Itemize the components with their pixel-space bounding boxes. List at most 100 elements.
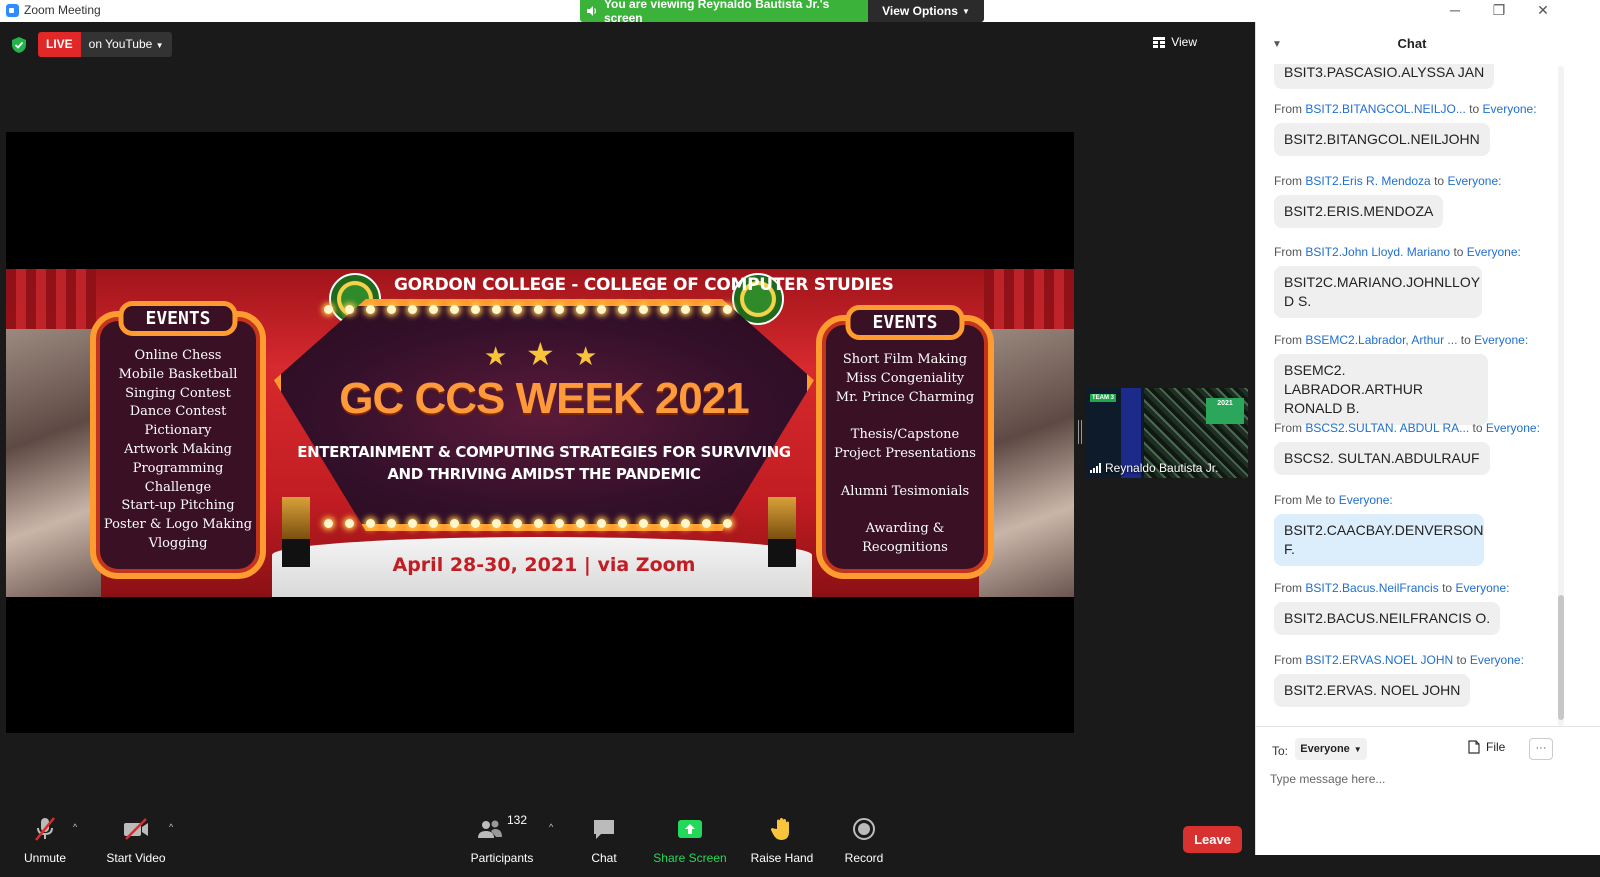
mini-banner: 2021: [1206, 398, 1244, 424]
event-item: Miss Congeniality: [845, 370, 965, 386]
recipient-name[interactable]: Everyone:: [1483, 102, 1537, 116]
share-screen-button[interactable]: Share Screen: [652, 799, 728, 865]
zoom-logo-icon: [6, 3, 19, 17]
viewing-screen-banner: You are viewing Reynaldo Bautista Jr.'s …: [580, 0, 870, 25]
event-item: Artwork Making: [124, 441, 232, 457]
security-shield-icon[interactable]: [10, 36, 28, 54]
event-item: Dance Contest: [129, 404, 227, 420]
chat-messages[interactable]: BSIT3.PASCASIO.ALYSSA JAN From BSIT2.BIT…: [1256, 64, 1600, 726]
participants-button[interactable]: 132 Participants: [468, 799, 536, 865]
recipient-name[interactable]: Everyone:: [1455, 581, 1509, 595]
event-item: Mobile Basketball: [118, 366, 238, 382]
sender-name[interactable]: BSIT2.ERVAS.NOEL JOHN: [1305, 653, 1453, 667]
chat-button[interactable]: Chat: [584, 799, 624, 865]
live-label: LIVE: [38, 32, 81, 57]
event-item: Vlogging: [148, 535, 208, 551]
live-destination-dropdown[interactable]: on YouTube ▼: [80, 32, 172, 57]
view-options-button[interactable]: View Options ▼: [868, 0, 984, 22]
more-options-button[interactable]: ···: [1529, 738, 1553, 760]
record-button[interactable]: Record: [840, 799, 888, 865]
video-options-caret[interactable]: ^: [169, 822, 173, 832]
star-icon: ★: [484, 341, 508, 371]
file-icon: [1468, 740, 1480, 754]
events-right-heading: EVENTS: [845, 305, 965, 340]
sender-name[interactable]: BSIT2.Eris R. Mendoza: [1305, 174, 1430, 188]
college-title: GORDON COLLEGE - COLLEGE OF COMPUTER STU…: [394, 275, 894, 295]
message-text: BSIT2.ERVAS. NOEL JOHN: [1274, 674, 1471, 707]
meeting-toolbar: Unmute ^ Start Video ^ 132 Participants …: [0, 799, 1255, 877]
chevron-down-icon: ▼: [1353, 744, 1362, 754]
recipient-name[interactable]: Everyone:: [1447, 174, 1501, 188]
view-label: View: [1171, 35, 1197, 49]
sender-name[interactable]: BSEMC2.Labrador, Arthur ...: [1305, 333, 1457, 347]
chat-message: From Me to Everyone: BSIT2.CAACBAY.DENVE…: [1274, 493, 1484, 566]
minimize-button[interactable]: ─: [1433, 0, 1477, 22]
star-icon: ★: [574, 341, 598, 371]
message-text: BSIT3.PASCASIO.ALYSSA JAN: [1274, 64, 1495, 89]
raise-hand-label: Raise Hand: [750, 851, 814, 865]
chat-message: From BSIT2.ERVAS.NOEL JOHN to Everyone: …: [1274, 653, 1524, 707]
message-header: From BSIT2.BITANGCOL.NEILJO... to Everyo…: [1274, 102, 1537, 116]
event-item: Online Chess: [134, 348, 222, 363]
participants-options-caret[interactable]: ^: [549, 822, 553, 832]
restore-button[interactable]: ❐: [1477, 0, 1521, 22]
event-item: Mr. Prince Charming: [835, 389, 975, 405]
recipient-name[interactable]: Everyone:: [1339, 493, 1393, 507]
unmute-label: Unmute: [23, 851, 67, 865]
event-item: Singing Contest: [125, 385, 231, 401]
recipient-name[interactable]: Everyone:: [1467, 245, 1521, 259]
events-left-list: Online Chess Mobile Basketball Singing C…: [96, 347, 260, 554]
participant-name-tag: Reynaldo Bautista Jr.: [1090, 461, 1218, 475]
event-banner-image: GORDON COLLEGE - COLLEGE OF COMPUTER STU…: [6, 269, 1074, 597]
start-video-button[interactable]: Start Video: [104, 799, 168, 865]
message-input[interactable]: [1270, 767, 1580, 791]
participants-label: Participants: [470, 851, 534, 865]
view-layout-button[interactable]: View: [1153, 35, 1197, 49]
chat-message: From BSCS2.SULTAN. ABDUL RA... to Everyo…: [1274, 421, 1540, 475]
split-resize-handle[interactable]: [1078, 420, 1082, 444]
chat-message: From BSIT2.Eris R. Mendoza to Everyone: …: [1274, 174, 1501, 228]
recipient-name[interactable]: Everyone:: [1474, 333, 1528, 347]
recipient-name[interactable]: Everyone:: [1470, 653, 1524, 667]
caret-down-icon: ▼: [155, 41, 164, 50]
window-title: Zoom Meeting: [24, 3, 101, 17]
chat-message: From BSIT2.Bacus.NeilFrancis to Everyone…: [1274, 581, 1509, 635]
star-icon: ★: [526, 336, 555, 372]
subtitle-line-2: AND THRIVING AMIDST THE PANDEMIC: [387, 465, 701, 483]
sender-name[interactable]: BSIT2.John Lloyd. Mariano: [1305, 245, 1450, 259]
message-header: From BSEMC2.Labrador, Arthur ... to Ever…: [1274, 333, 1529, 347]
sender-name[interactable]: BSIT2.Bacus.NeilFrancis: [1305, 581, 1438, 595]
recipient-select[interactable]: Everyone ▼: [1295, 738, 1367, 760]
event-item: Short Film Making: [842, 352, 968, 367]
grid-view-icon: [1153, 36, 1166, 48]
event-spacer: [822, 407, 988, 426]
live-stream-indicator[interactable]: LIVE on YouTube ▼: [10, 32, 172, 57]
close-button[interactable]: ✕: [1521, 0, 1565, 22]
message-header: From BSIT2.John Lloyd. Mariano to Everyo…: [1274, 245, 1521, 259]
chat-scrollbar-thumb[interactable]: [1558, 595, 1564, 720]
recipient-name[interactable]: Everyone:: [1486, 421, 1540, 435]
signal-strength-icon: [1090, 463, 1101, 473]
participant-count: 132: [506, 813, 528, 827]
live-destination-label: on YouTube: [88, 37, 153, 51]
events-right-list: Short Film Making Miss Congeniality Mr. …: [822, 351, 988, 558]
subtitle-line-1: ENTERTAINMENT & COMPUTING STRATEGIES FOR…: [297, 443, 791, 461]
file-button[interactable]: File: [1468, 740, 1505, 754]
message-header: From BSIT2.Eris R. Mendoza to Everyone:: [1274, 174, 1502, 188]
participant-video-thumbnail[interactable]: TEAM 3 2021 Reynaldo Bautista Jr.: [1086, 388, 1248, 478]
event-item: Thesis/Capstone: [850, 427, 960, 443]
leave-button[interactable]: Leave: [1183, 826, 1242, 853]
events-left-heading: EVENTS: [118, 301, 238, 336]
participants-icon: 132: [477, 813, 528, 843]
event-subtitle: ENTERTAINMENT & COMPUTING STRATEGIES FOR…: [274, 441, 814, 485]
chat-label: Chat: [591, 851, 617, 865]
unmute-button[interactable]: Unmute: [18, 799, 72, 865]
share-screen-icon: [677, 815, 703, 843]
sender-name[interactable]: BSCS2.SULTAN. ABDUL RA...: [1305, 421, 1469, 435]
chat-message: From BSIT2.John Lloyd. Mariano to Everyo…: [1274, 245, 1521, 318]
event-item: Programming: [132, 460, 224, 476]
audio-options-caret[interactable]: ^: [73, 822, 77, 832]
message-text: BSIT2.BITANGCOL.NEILJOHN: [1274, 123, 1490, 156]
sender-name[interactable]: BSIT2.BITANGCOL.NEILJO...: [1305, 102, 1465, 116]
raise-hand-button[interactable]: Raise Hand: [748, 799, 816, 865]
